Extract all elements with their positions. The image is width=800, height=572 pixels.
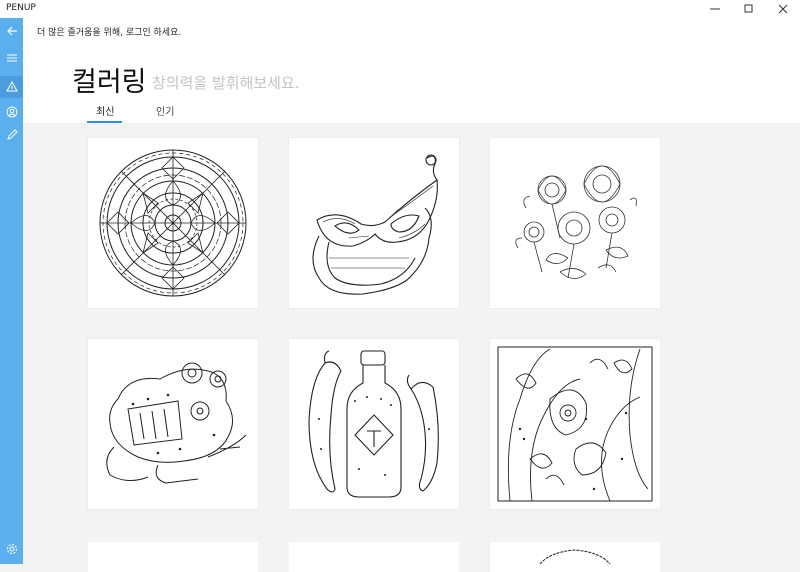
paisley-image (497, 346, 653, 502)
back-arrow-icon (6, 26, 17, 36)
coloring-card[interactable] (289, 542, 459, 572)
back-button[interactable] (0, 20, 23, 42)
sidebar (0, 18, 23, 564)
pencil-icon (6, 129, 18, 140)
minimize-button[interactable] (698, 0, 732, 18)
app-title: PENUP (6, 3, 36, 13)
close-button[interactable] (766, 0, 800, 18)
hamburger-menu-icon (6, 54, 17, 62)
page-subtitle: 창의력을 발휘해보세요. (152, 74, 300, 92)
coloring-card[interactable] (88, 138, 258, 308)
coloring-card[interactable] (289, 339, 459, 509)
coloring-card[interactable] (490, 138, 660, 308)
minimize-icon (710, 8, 720, 10)
coloring-card[interactable] (490, 542, 660, 572)
tab-selected-indicator (87, 121, 122, 123)
steampunk-frog-image (106, 362, 247, 484)
triangle-icon (5, 81, 18, 92)
tab-latest[interactable]: 최신 (96, 103, 114, 118)
sidebar-item-profile[interactable] (0, 101, 23, 123)
page-header: 더 많은 즐거움을 위해, 로그인 하세요. 컬러링 창의력을 발휘해보세요. … (23, 18, 800, 123)
settings-icon (6, 543, 17, 555)
title-bar: PENUP (0, 0, 800, 18)
page-title: 컬러링 (72, 67, 147, 98)
mandala-image (99, 149, 247, 297)
coloring-card[interactable] (289, 138, 459, 308)
coloring-card[interactable] (88, 339, 258, 509)
mask-image (312, 154, 438, 295)
flowers-image (515, 165, 637, 279)
hot-sauce-image (308, 350, 439, 498)
coloring-thumbnail-partial (539, 549, 611, 565)
tab-popular[interactable]: 인기 (156, 103, 174, 118)
sidebar-item-home[interactable] (0, 76, 23, 98)
close-icon (778, 4, 788, 14)
coloring-card[interactable] (88, 542, 258, 572)
coloring-card[interactable] (490, 339, 660, 509)
login-prompt-link[interactable]: 더 많은 즐거움을 위해, 로그인 하세요. (37, 25, 181, 38)
menu-button[interactable] (0, 47, 23, 69)
maximize-button[interactable] (732, 0, 766, 18)
settings-button[interactable] (0, 538, 23, 560)
sidebar-item-draw[interactable] (0, 124, 23, 146)
profile-icon (6, 106, 17, 118)
maximize-icon (744, 4, 753, 13)
